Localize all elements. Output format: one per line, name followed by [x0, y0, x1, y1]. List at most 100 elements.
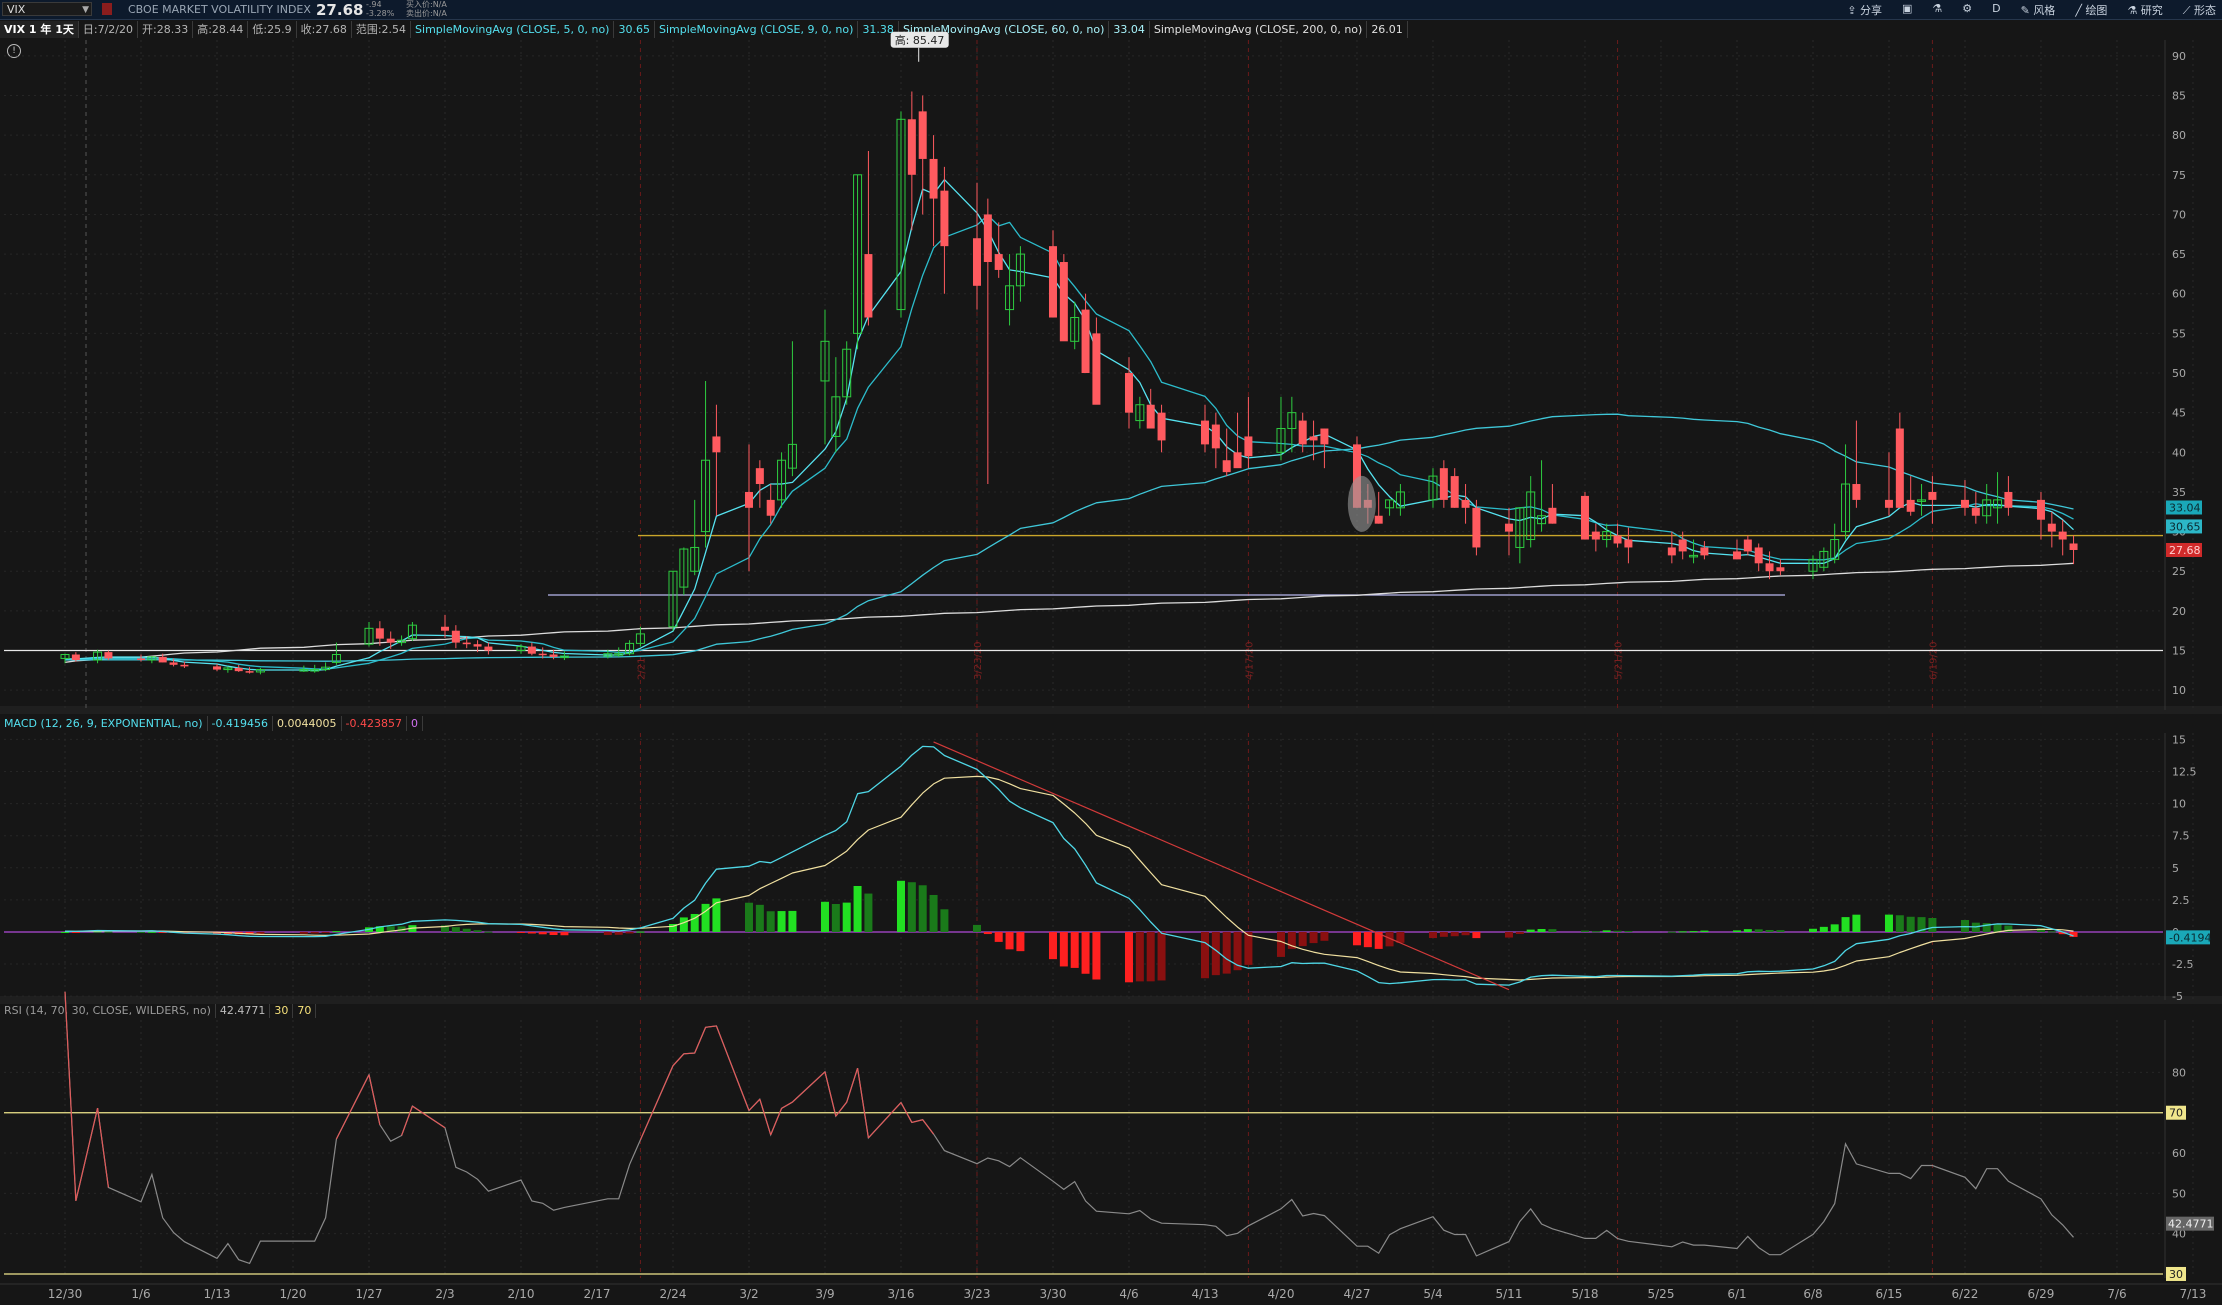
chart-canvas[interactable]: 2/21 3/23/20 4/17/20 5/21/20 6/19/20 高: 85.4…: [0, 0, 2222, 1305]
candle-body-down: [2004, 491, 2013, 508]
candle-body-down: [929, 158, 938, 199]
macd-histogram-bar: [1689, 931, 1698, 933]
candle-body-down: [1504, 523, 1513, 532]
price-tick-label: 60: [2172, 288, 2186, 301]
rsi-overbought-segment: [856, 1068, 870, 1138]
macd-histogram-bar: [1884, 914, 1893, 932]
macd-histogram-bar: [1515, 931, 1524, 935]
candle-body-down: [1624, 539, 1633, 548]
macd-histogram-bar: [1211, 931, 1220, 976]
macd-histogram-bar: [777, 911, 786, 932]
rsi-overbought-segment: [672, 1053, 685, 1067]
macd-histogram-bar: [1298, 931, 1307, 947]
macd-histogram-bar: [1602, 930, 1611, 932]
candle-body-down: [386, 638, 395, 643]
date-tick-label: 4/6: [1119, 1287, 1138, 1301]
rsi-overbought-segment: [705, 1025, 717, 1028]
macd-histogram-bar: [104, 931, 113, 933]
macd-histogram-bar: [1504, 931, 1513, 938]
macd-histogram-bar: [1320, 931, 1329, 941]
candle-body-down: [169, 662, 178, 665]
macd-histogram-bar: [1059, 931, 1068, 967]
candle-body-down: [1591, 531, 1600, 540]
rsi-overbought-segment: [759, 1098, 772, 1136]
macd-histogram-bar: [527, 931, 536, 934]
candle-body-down: [1461, 499, 1470, 508]
candle-body-down: [1211, 424, 1220, 449]
macd-histogram-bar: [1352, 931, 1361, 946]
macd-histogram-bar: [549, 931, 558, 935]
macd-histogram-bar: [820, 901, 829, 932]
date-tick-label: 5/11: [1496, 1287, 1523, 1301]
date-tick-label: 6/22: [1951, 1287, 1978, 1301]
macd-histogram-bar: [1428, 931, 1437, 939]
candle-body-down: [1374, 515, 1383, 524]
high-tooltip-text: 高: 85.47: [895, 33, 945, 47]
macd-histogram-bar: [853, 885, 862, 932]
macd-histogram-bar: [1363, 931, 1372, 948]
macd-tick-label: 10: [2172, 798, 2186, 811]
price-tick-label: 15: [2172, 645, 2186, 658]
candle-body-down: [549, 654, 558, 657]
sma5-line: [65, 178, 2074, 672]
sma200-line: [64, 562, 2074, 664]
expiration-label: 5/21/20: [1614, 641, 1625, 680]
rsi-overbought-segment: [694, 1027, 707, 1054]
candle-body-down: [1884, 499, 1893, 508]
candle-body-down: [1667, 547, 1676, 556]
price-tick-label: 55: [2172, 327, 2186, 340]
candle-body-down: [2058, 531, 2067, 540]
candle-body-down: [1059, 262, 1068, 342]
macd-histogram-bar: [310, 931, 319, 934]
price-tick-label: 70: [2172, 208, 2186, 221]
rsi-overbought-segment: [846, 1068, 859, 1103]
candle-body-down: [918, 111, 927, 159]
candle-body-down: [744, 491, 753, 508]
candle-body-down: [1233, 452, 1242, 469]
macd-tick-label: 5: [2172, 862, 2179, 875]
candle-body-down: [907, 119, 916, 175]
macd-histogram-bar: [1754, 929, 1763, 932]
macd-badge-text: -0.4194: [2169, 931, 2211, 944]
candle-body-down: [1222, 460, 1231, 473]
macd-tick-label: -2.5: [2172, 958, 2193, 971]
candle-body-down: [527, 646, 536, 654]
macd-histogram-bar: [972, 924, 981, 932]
date-tick-label: 2/10: [508, 1287, 535, 1301]
macd-histogram-bar: [1070, 931, 1079, 968]
rsi-badge-70-text: 70: [2169, 1107, 2183, 1120]
macd-histogram-bar: [1993, 923, 2002, 932]
macd-histogram-bar: [473, 930, 482, 932]
date-tick-label: 1/27: [356, 1287, 383, 1301]
macd-histogram-bar: [560, 931, 569, 936]
macd-histogram-bar: [1580, 930, 1589, 932]
candle-body-down: [1309, 436, 1318, 441]
macd-histogram-bar: [788, 910, 797, 932]
candle-body-down: [1960, 499, 1969, 508]
date-tick-label: 5/25: [1648, 1287, 1675, 1301]
macd-tick-label: 12.5: [2172, 766, 2197, 779]
sma9-line: [65, 214, 2074, 670]
date-tick-label: 5/4: [1423, 1287, 1442, 1301]
candle-body-down: [1754, 547, 1763, 564]
candle-body-down: [994, 254, 1003, 270]
rsi-overbought-segment: [368, 1074, 381, 1125]
macd-histogram-bar: [1667, 931, 1676, 933]
rsi-overbought-segment: [64, 991, 77, 1201]
date-tick-label: 4/27: [1344, 1287, 1371, 1301]
macd-histogram-bar: [147, 931, 156, 933]
macd-histogram-bar: [1450, 931, 1459, 937]
candle-body-down: [462, 642, 471, 645]
macd-tick-label: 15: [2172, 733, 2186, 746]
macd-histogram-bar: [2047, 931, 2056, 933]
macd-histogram-bar: [1537, 928, 1546, 932]
macd-histogram-bar: [1765, 930, 1774, 932]
candle-body-down: [2036, 499, 2045, 520]
macd-histogram-bar: [1092, 931, 1101, 980]
macd-histogram-bar: [994, 931, 1003, 942]
candle-body-down: [1244, 436, 1253, 457]
macd-histogram-bar: [983, 931, 992, 935]
candle-body-down: [104, 652, 113, 659]
rsi-overbought-segment: [335, 1074, 370, 1140]
date-tick-label: 6/8: [1803, 1287, 1822, 1301]
